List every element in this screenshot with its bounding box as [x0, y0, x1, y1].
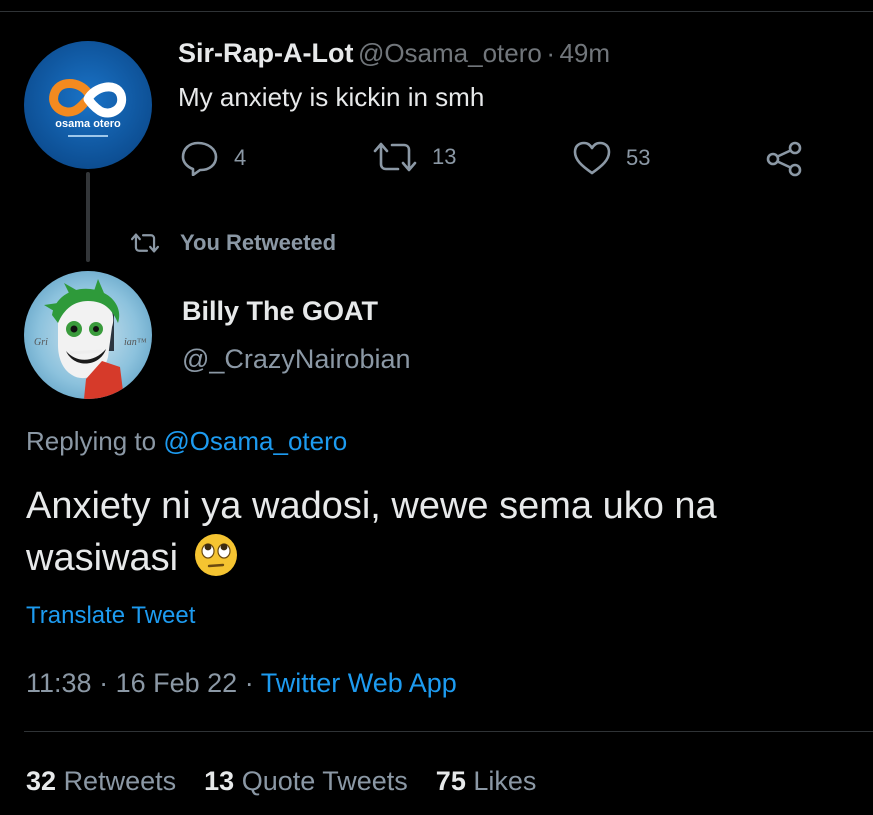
avatar-osama-otero[interactable]: osama otero [24, 41, 152, 169]
joker-avatar-icon: Gri ian™ [34, 279, 147, 399]
retweet-small-icon [130, 233, 160, 253]
meta-dot-1: · [99, 668, 109, 698]
quotes-label: Quote Tweets [241, 766, 408, 796]
avatar-billy-the-goat[interactable]: Gri ian™ [24, 271, 152, 399]
retweet-button[interactable]: 13 [372, 140, 456, 174]
likes-count: 75 [435, 766, 466, 796]
tweet-meta: 11:38 · 16 Feb 22 · Twitter Web App [26, 668, 457, 699]
svg-text:ian™: ian™ [124, 337, 147, 348]
parent-tweet-text: My anxiety is kickin in smh [178, 82, 485, 112]
replying-to-handle[interactable]: @Osama_otero [163, 426, 347, 456]
retweet-banner-label[interactable]: You Retweeted [180, 230, 336, 256]
thread-connector [86, 172, 90, 262]
retweet-banner: You Retweeted [130, 230, 336, 256]
tweet-time[interactable]: 11:38 [26, 668, 92, 698]
share-icon [766, 141, 802, 177]
infinity-logo-icon: osama otero [49, 79, 127, 137]
parent-time-ago[interactable]: 49m [559, 38, 610, 68]
top-divider [0, 11, 873, 12]
likes-stat[interactable]: 75 Likes [436, 766, 537, 797]
translate-tweet-link[interactable]: Translate Tweet [26, 602, 195, 630]
retweet-count: 13 [432, 144, 457, 169]
tweet-date[interactable]: 16 Feb 22 [116, 668, 238, 698]
svg-text:Gri: Gri [34, 337, 48, 348]
main-tweet-text-line2: wasiwasi [26, 537, 179, 579]
main-display-name[interactable]: Billy The GOAT [182, 296, 378, 327]
quote-tweets-stat[interactable]: 13 Quote Tweets [204, 766, 408, 797]
reply-button[interactable]: 4 [180, 140, 246, 176]
meta-dot-2: · [244, 668, 254, 698]
parent-handle[interactable]: @Osama_otero [358, 38, 542, 68]
heart-icon [573, 141, 611, 175]
stats-divider [24, 731, 873, 732]
main-tweet-text-line2-wrap: wasiwasi 🙄 [26, 532, 717, 584]
engagement-stats: 32 Retweets 13 Quote Tweets 75 Likes [26, 766, 536, 797]
parent-display-name[interactable]: Sir-Rap-A-Lot [178, 38, 353, 68]
reply-count: 4 [234, 145, 247, 170]
parent-separator: · [546, 38, 555, 68]
retweet-icon [373, 142, 417, 172]
main-tweet-text-line1: Anxiety ni ya wadosi, wewe sema uko na [26, 485, 717, 527]
retweets-label: Retweets [63, 766, 177, 796]
tweet-source[interactable]: Twitter Web App [261, 668, 457, 698]
parent-tweet-header: Sir-Rap-A-Lot @Osama_otero · 49m [178, 38, 610, 69]
like-button[interactable]: 53 [572, 140, 650, 176]
replying-to-label: Replying to [26, 426, 157, 456]
share-button[interactable] [764, 140, 804, 178]
reply-icon [181, 141, 218, 176]
main-handle[interactable]: @_CrazyNairobian [182, 344, 411, 375]
replying-to-line: Replying to @Osama_otero [26, 426, 347, 457]
main-tweet-text: Anxiety ni ya wadosi, wewe sema uko na w… [26, 480, 717, 584]
quotes-count: 13 [204, 766, 235, 796]
eye-roll-face-icon [194, 534, 237, 576]
avatar-logo-text: osama otero [55, 118, 121, 130]
retweets-count: 32 [26, 766, 57, 796]
retweets-stat[interactable]: 32 Retweets [26, 766, 176, 797]
likes-label: Likes [473, 766, 537, 796]
like-count: 53 [626, 145, 651, 170]
